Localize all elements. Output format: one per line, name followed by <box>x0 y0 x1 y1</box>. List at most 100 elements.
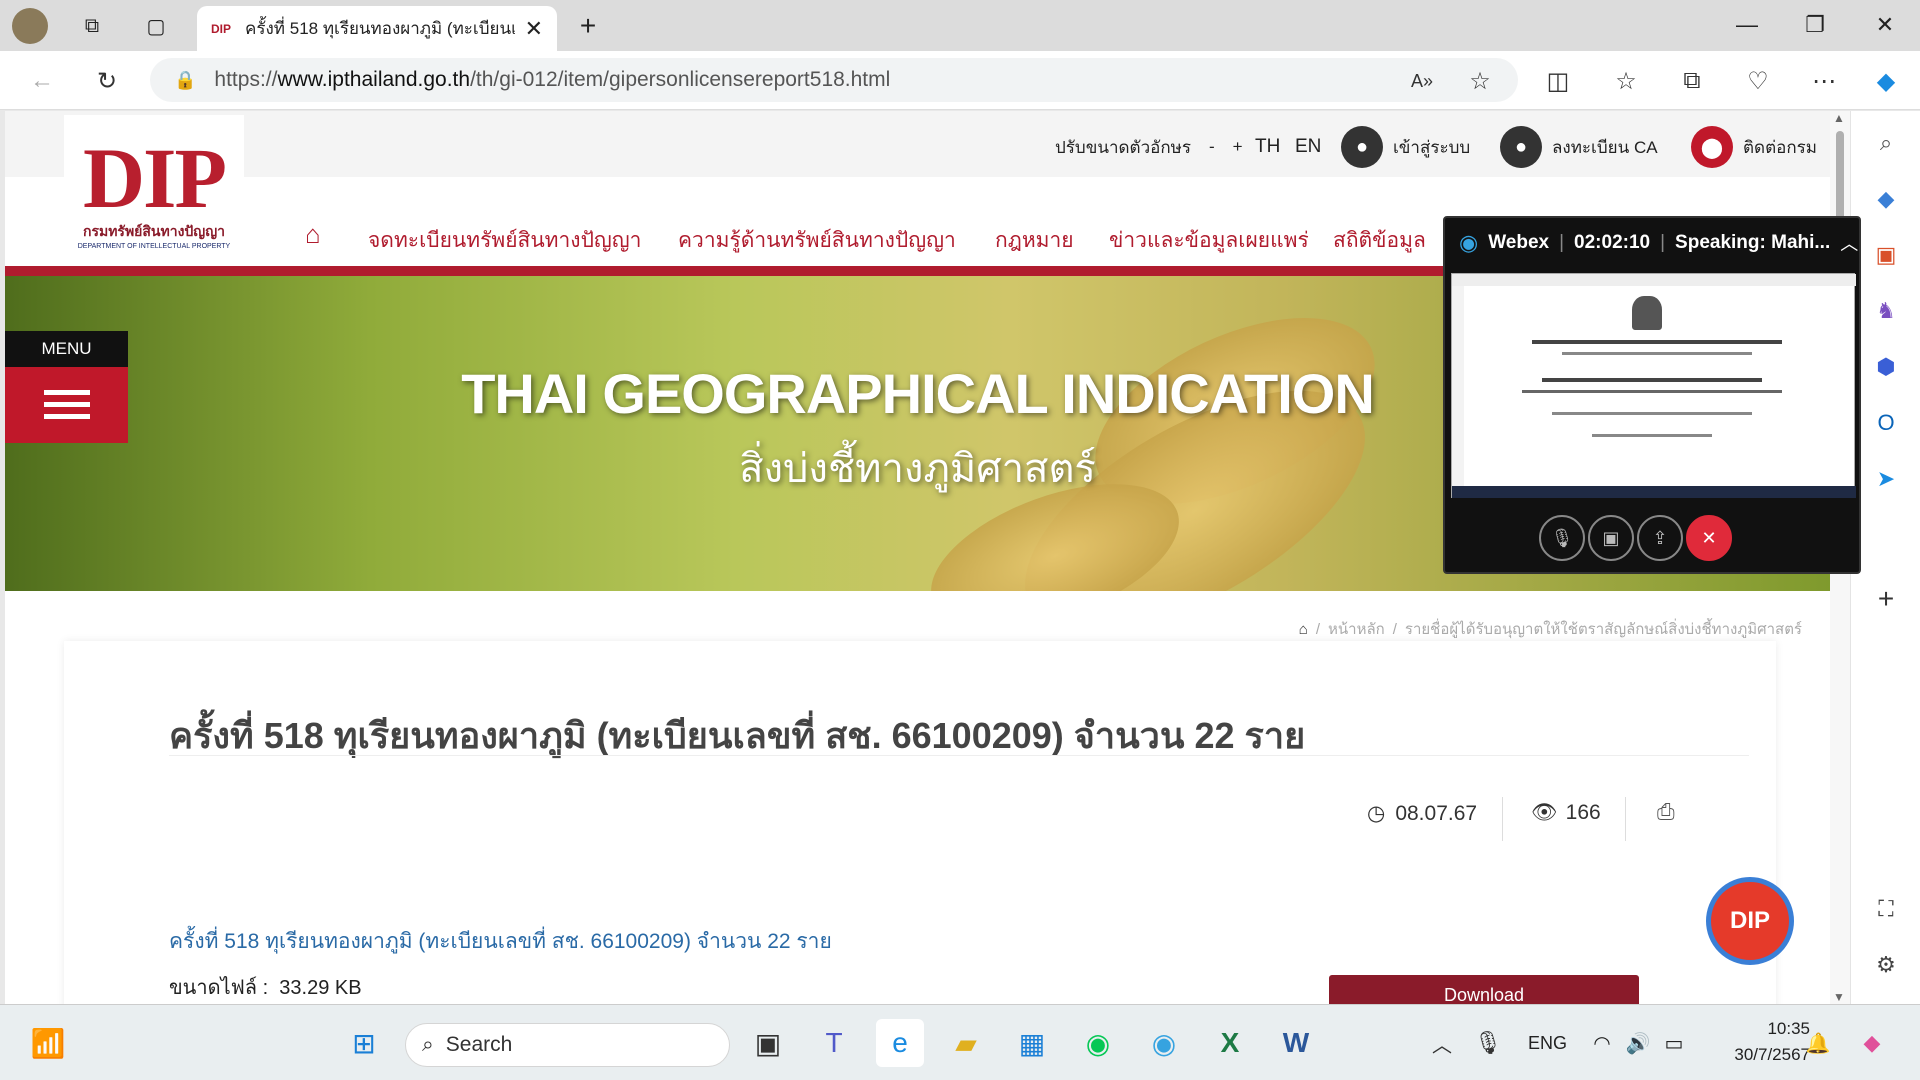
webex-shared-screen <box>1451 273 1856 498</box>
store-icon[interactable]: ▦ <box>1008 1019 1056 1067</box>
scrollbar-thumb[interactable] <box>1836 131 1844 221</box>
restore-icon[interactable]: ❐ <box>1792 8 1838 42</box>
contact-button[interactable]: ⬤ ติดต่อกรม <box>1691 125 1817 169</box>
font-size-label: ปรับขนาดตัวอักษร <box>1055 137 1191 157</box>
webex-header[interactable]: ◉ Webex | 02:02:10 | Speaking: Mahi... ︿ <box>1445 218 1859 268</box>
input-language[interactable]: ENG <box>1528 1033 1567 1054</box>
font-decrease-button[interactable]: - <box>1209 137 1215 157</box>
more-menu-icon[interactable]: ⋯ <box>1806 63 1842 99</box>
register-ca-label: ลงทะเบียน CA <box>1552 137 1658 157</box>
webex-timer: 02:02:10 <box>1574 232 1651 253</box>
outlook-icon[interactable]: O <box>1868 405 1904 441</box>
scroll-up-icon[interactable]: ▲ <box>1833 111 1845 125</box>
search-icon[interactable]: ⌕ <box>1868 125 1904 161</box>
nav-item-law[interactable]: กฎหมาย <box>995 224 1074 257</box>
mute-mic-icon[interactable]: 🎙 <box>1539 515 1585 561</box>
edge-taskbar-icon[interactable]: e <box>876 1019 924 1067</box>
breadcrumb-home[interactable]: หน้าหลัก <box>1328 617 1385 641</box>
share-screen-icon[interactable]: ⇪ <box>1637 515 1683 561</box>
tab-actions-icon[interactable]: ▢ <box>138 10 174 42</box>
eye-icon: 👁 <box>1531 801 1558 824</box>
file-link[interactable]: ครั้งที่ 518 ทุเรียนทองผาภูมิ (ทะเบียนเล… <box>169 925 832 958</box>
collections-icon[interactable]: ⧉ <box>1674 63 1710 99</box>
nav-item-statistics[interactable]: สถิติข้อมูล <box>1333 224 1426 257</box>
split-screen-icon[interactable]: ◫ <box>1540 63 1576 99</box>
start-icon[interactable]: ⊞ <box>340 1019 388 1067</box>
favorites-icon[interactable]: ☆ <box>1608 63 1644 99</box>
new-tab-icon[interactable]: + <box>570 10 606 42</box>
copilot-icon[interactable]: ◆ <box>1868 63 1904 99</box>
profile-avatar[interactable] <box>12 8 48 44</box>
stocks-widget-icon[interactable]: 📶 <box>24 1019 72 1067</box>
user-icon: ● <box>1341 126 1383 168</box>
shopping-tag-icon[interactable]: ◆ <box>1868 181 1904 217</box>
close-tab-icon[interactable]: ✕ <box>525 16 543 42</box>
stop-video-icon[interactable]: ▣ <box>1588 515 1634 561</box>
location-pin-icon: ⬤ <box>1691 126 1733 168</box>
font-increase-button[interactable]: + <box>1233 137 1243 157</box>
register-ca-button[interactable]: ● ลงทะเบียน CA <box>1500 125 1658 169</box>
print-icon[interactable]: ⎙ <box>1657 799 1675 825</box>
line-icon[interactable]: ◉ <box>1074 1019 1122 1067</box>
refresh-icon[interactable]: ↻ <box>89 63 125 99</box>
battery-icon[interactable]: ▭ <box>1650 1019 1698 1067</box>
file-size-value: 33.29 KB <box>279 977 362 999</box>
file-size: ขนาดไฟล์ : 33.29 KB <box>169 971 362 1003</box>
drop-icon[interactable]: ➤ <box>1868 461 1904 497</box>
nav-item-registration[interactable]: จดทะเบียนทรัพย์สินทางปัญญา <box>368 224 641 257</box>
logo-english-text: DEPARTMENT OF INTELLECTUAL PROPERTY <box>77 243 231 250</box>
notification-bell-icon[interactable]: 🔔 <box>1794 1019 1842 1067</box>
task-view-icon[interactable]: ▣ <box>744 1019 792 1067</box>
search-placeholder: Search <box>445 1033 513 1056</box>
tab-active[interactable]: DIP ครั้งที่ 518 ทุเรียนทองผาภูมิ (ทะเบี… <box>197 6 557 51</box>
word-icon[interactable]: W <box>1272 1019 1320 1067</box>
games-icon[interactable]: ♞ <box>1868 293 1904 329</box>
show-hidden-icons-icon[interactable]: ︿ <box>1418 1019 1466 1067</box>
url-scheme: https:// <box>214 68 278 91</box>
lang-en-button[interactable]: EN <box>1295 129 1321 165</box>
webex-taskbar-icon[interactable]: ◉ <box>1140 1019 1188 1067</box>
menu-button[interactable]: MENU <box>5 331 128 443</box>
read-aloud-icon[interactable]: A» <box>1404 63 1440 99</box>
collapse-chevron-icon[interactable]: ︿ <box>1840 230 1858 256</box>
minimize-icon[interactable]: — <box>1724 8 1770 42</box>
view-count: 👁 166 <box>1531 801 1601 825</box>
teams-icon[interactable]: T <box>810 1019 858 1067</box>
scroll-down-icon[interactable]: ▼ <box>1833 990 1845 1004</box>
file-explorer-icon[interactable]: ▰ <box>942 1019 990 1067</box>
browser-tab-bar: ⧉ ▢ DIP ครั้งที่ 518 ทุเรียนทองผาภูมิ (ท… <box>0 0 1920 51</box>
nav-item-news[interactable]: ข่าวและข้อมูลเผยแพร่ <box>1109 224 1309 257</box>
copilot-taskbar-icon[interactable]: ◆ <box>1848 1019 1896 1067</box>
address-toolbar: ← ↻ 🔒 https://www.ipthailand.go.th/th/gi… <box>0 51 1920 110</box>
screenshot-icon[interactable]: ⛶ <box>1868 891 1904 927</box>
mic-muted-icon[interactable]: 🎙 <box>1464 1019 1512 1067</box>
excel-icon[interactable]: X <box>1206 1019 1254 1067</box>
download-button[interactable]: Download <box>1329 975 1639 1004</box>
login-button[interactable]: ● เข้าสู่ระบบ <box>1341 125 1470 169</box>
address-bar[interactable]: 🔒 https://www.ipthailand.go.th/th/gi-012… <box>150 58 1518 102</box>
add-sidebar-icon[interactable]: + <box>1868 581 1904 617</box>
browser-essentials-icon[interactable]: ♡ <box>1740 63 1776 99</box>
dip-chatbot-button[interactable]: DIP <box>1706 877 1794 965</box>
lang-th-button[interactable]: TH <box>1255 129 1280 165</box>
dip-logo[interactable]: DIP กรมทรัพย์สินทางปัญญา DEPARTMENT OF I… <box>64 115 244 270</box>
windows-taskbar: 📶 ⊞ ⌕ Search ▣ T e ▰ ▦ ◉ ◉ X W ︿ 🎙 ENG ◠… <box>0 1004 1920 1080</box>
workspaces-icon[interactable]: ⧉ <box>74 10 110 42</box>
taskbar-search[interactable]: ⌕ Search <box>405 1023 730 1067</box>
webex-mini-window[interactable]: ◉ Webex | 02:02:10 | Speaking: Mahi... ︿… <box>1443 216 1861 574</box>
hamburger-icon <box>5 367 128 443</box>
title-divider <box>169 755 1749 756</box>
nav-item-knowledge[interactable]: ความรู้ด้านทรัพย์สินทางปัญญา <box>678 224 956 257</box>
breadcrumb-current: รายชื่อผู้ได้รับอนุญาตให้ใช้ตราสัญลักษณ์… <box>1404 621 1802 638</box>
favorite-star-icon[interactable]: ☆ <box>1462 63 1498 99</box>
tools-icon[interactable]: ▣ <box>1868 237 1904 273</box>
home-icon[interactable]: ⌂ <box>305 219 321 250</box>
back-icon[interactable]: ← <box>24 63 60 99</box>
search-icon: ⌕ <box>422 1033 434 1056</box>
settings-gear-icon[interactable]: ⚙ <box>1868 947 1904 983</box>
microsoft365-icon[interactable]: ⬢ <box>1868 349 1904 385</box>
breadcrumb-home-icon[interactable]: ⌂ <box>1299 621 1308 638</box>
font-size-control: ปรับขนาดตัวอักษร - + <box>1055 129 1243 165</box>
leave-meeting-icon[interactable]: ✕ <box>1686 515 1732 561</box>
close-window-icon[interactable]: ✕ <box>1862 8 1908 42</box>
